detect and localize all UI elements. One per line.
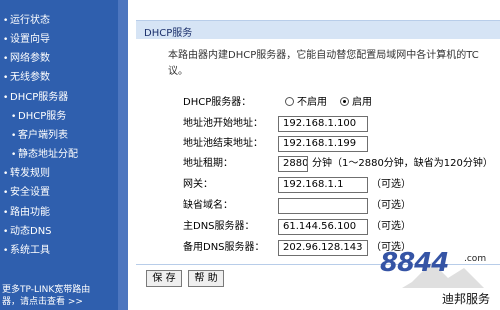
panel-header: DHCP服务: [136, 20, 500, 39]
sidebar-item-client-list[interactable]: • 客户端列表: [11, 127, 68, 145]
lease-input[interactable]: 2880: [278, 156, 308, 172]
sidebar-item-network[interactable]: • 网络参数: [3, 50, 50, 68]
sidebar-item-static-address[interactable]: • 静态地址分配: [11, 146, 78, 164]
lease-note: 分钟（1～2880分钟，缺省为120分钟）: [312, 158, 493, 169]
end-address-label: 地址池结束地址：: [183, 138, 263, 149]
dns2-input[interactable]: 202.96.128.143: [278, 240, 368, 256]
gateway-optional: （可选）: [371, 179, 411, 190]
sidebar-item-routing[interactable]: • 路由功能: [3, 204, 50, 222]
domain-input[interactable]: [278, 198, 368, 214]
lease-label: 地址租期：: [183, 158, 233, 169]
sidebar-item-setup-wizard[interactable]: • 设置向导: [3, 31, 50, 49]
dns1-input[interactable]: 61.144.56.100: [278, 219, 368, 235]
bullet-icon: •: [3, 227, 9, 237]
sidebar-item-ddns[interactable]: • 动态DNS: [3, 223, 52, 241]
radio-disable[interactable]: 不启用: [285, 97, 327, 109]
start-address-label: 地址池开始地址：: [183, 118, 263, 129]
sidebar-item-security[interactable]: • 安全设置: [3, 184, 50, 202]
save-button[interactable]: 保 存: [146, 270, 182, 287]
bullet-icon: •: [3, 73, 9, 83]
bullet-icon: •: [3, 208, 9, 218]
panel-title: DHCP服务: [144, 28, 193, 39]
sidebar-edge: [118, 0, 128, 310]
dns2-label: 备用DNS服务器：: [183, 242, 265, 253]
dns1-optional: （可选）: [371, 221, 411, 232]
sidebar-item-wireless[interactable]: • 无线参数: [3, 69, 50, 87]
gateway-label: 网关：: [183, 179, 213, 190]
domain-label: 缺省域名：: [183, 200, 233, 211]
gateway-input[interactable]: 192.168.1.1: [278, 177, 368, 193]
watermark: 8844 .com 迪邦服务: [372, 240, 500, 310]
bullet-icon: •: [3, 54, 9, 64]
dhcp-server-label: DHCP服务器：: [183, 97, 252, 108]
dns1-label: 主DNS服务器：: [183, 221, 255, 232]
bullet-icon: •: [3, 93, 9, 103]
sidebar-item-dhcp-service[interactable]: • DHCP服务: [11, 108, 66, 126]
bullet-icon: •: [3, 169, 9, 179]
bullet-icon: •: [11, 150, 17, 160]
end-address-input[interactable]: 192.168.1.199: [278, 136, 368, 152]
radio-on-icon: [340, 97, 349, 106]
sidebar-item-system-tools[interactable]: • 系统工具: [3, 242, 50, 260]
sidebar-item-dhcp[interactable]: • DHCP服务器: [3, 89, 68, 107]
domain-optional: （可选）: [371, 200, 411, 211]
bullet-icon: •: [3, 188, 9, 198]
bullet-icon: •: [3, 16, 9, 26]
bullet-icon: •: [11, 131, 17, 141]
sidebar-footer-link[interactable]: 更多TP-LINK宽带路由 器，请点击查看 >>: [2, 284, 90, 308]
sidebar-item-running-status[interactable]: • 运行状态: [3, 12, 50, 30]
bullet-icon: •: [3, 246, 9, 256]
sidebar-item-forwarding[interactable]: • 转发规则: [3, 165, 50, 183]
help-button[interactable]: 帮 助: [188, 270, 224, 287]
panel-description: 本路由器内建DHCP服务器，它能自动替您配置局域网中各计算机的TC 议。: [168, 50, 479, 77]
sidebar: • 运行状态 • 设置向导 • 网络参数 • 无线参数 • DHCP服务器 • DHCP服务…: [0, 0, 118, 310]
radio-off-icon: [285, 97, 294, 106]
start-address-input[interactable]: 192.168.1.100: [278, 116, 368, 132]
bullet-icon: •: [11, 112, 17, 122]
radio-enable[interactable]: 启用: [340, 97, 372, 109]
bullet-icon: •: [3, 35, 9, 45]
